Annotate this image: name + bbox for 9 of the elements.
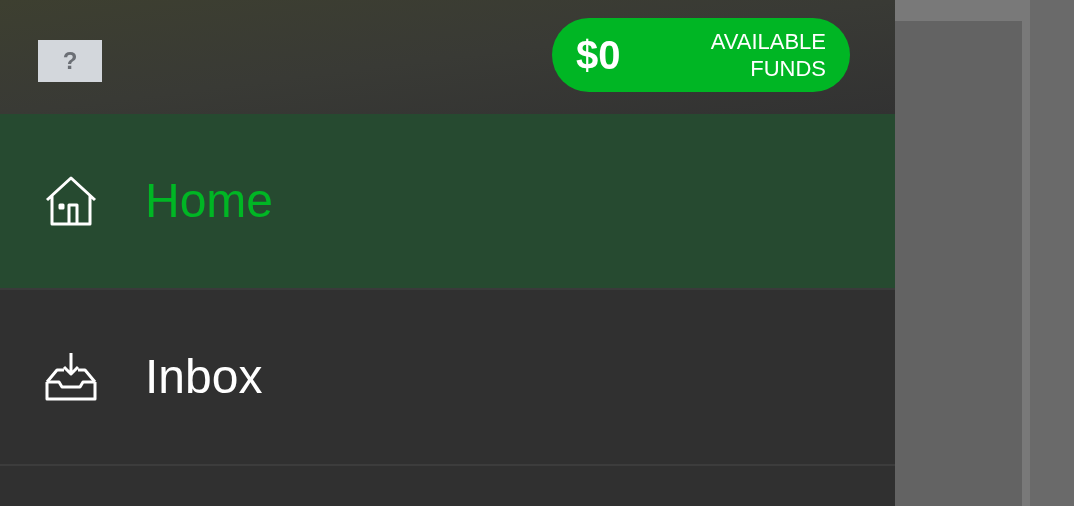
- balance-label: AVAILABLE FUNDS: [709, 28, 826, 82]
- balance-amount: $0: [576, 32, 621, 79]
- menu-item-label: Home: [145, 173, 274, 229]
- help-button[interactable]: ?: [38, 40, 102, 82]
- house-icon: [44, 175, 98, 227]
- menu-item[interactable]: Home: [0, 114, 895, 290]
- available-funds-pill[interactable]: $0 AVAILABLE FUNDS: [552, 18, 850, 92]
- inbox-tray-icon: [44, 352, 98, 402]
- menu-item-label: Inbox: [145, 349, 263, 405]
